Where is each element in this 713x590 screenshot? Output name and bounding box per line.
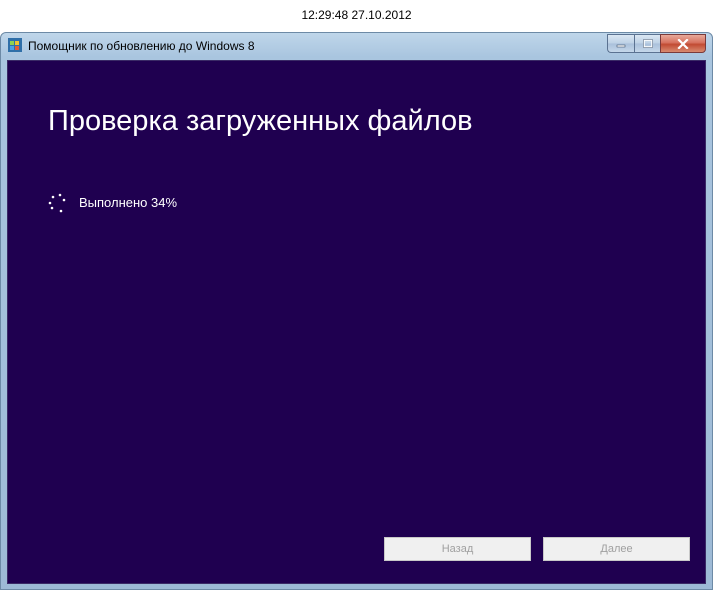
close-icon — [677, 38, 689, 49]
close-button[interactable] — [660, 34, 706, 53]
minimize-icon — [616, 44, 626, 47]
next-button[interactable]: Далее — [543, 537, 690, 561]
progress-status: Выполнено 34% — [79, 195, 178, 210]
content-area: Проверка загруженных файлов Выполнено 34… — [7, 60, 706, 584]
window-title: Помощник по обновлению до Windows 8 — [28, 39, 255, 53]
page-title: Проверка загруженных файлов — [48, 105, 473, 137]
back-button[interactable]: Назад — [384, 537, 531, 561]
caption-buttons — [607, 34, 706, 53]
title-bar[interactable]: Помощник по обновлению до Windows 8 — [1, 33, 712, 59]
loading-spinner-icon — [48, 193, 66, 213]
minimize-button[interactable] — [607, 34, 634, 53]
timestamp: 12:29:48 27.10.2012 — [301, 8, 412, 22]
maximize-button[interactable] — [634, 34, 660, 53]
windows-upgrade-app-icon — [8, 38, 22, 52]
maximize-icon — [642, 39, 653, 48]
app-window: Помощник по обновлению до Windows 8 Пров… — [0, 32, 713, 590]
